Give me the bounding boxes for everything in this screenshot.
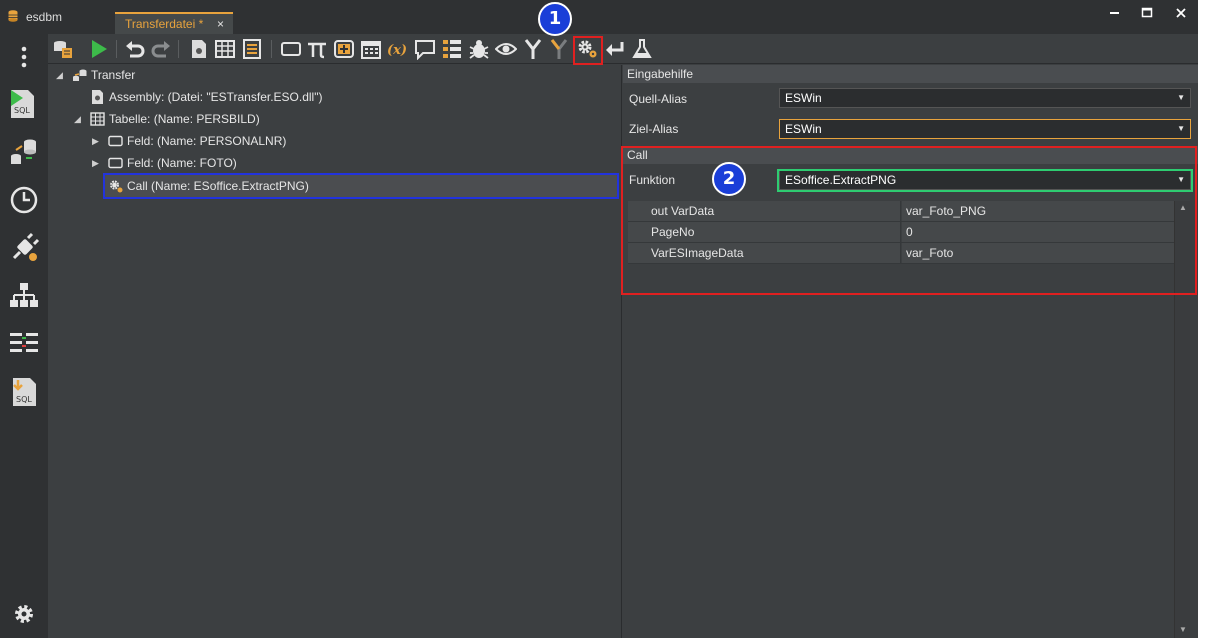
assembly-icon[interactable]: [188, 38, 210, 60]
pi-icon[interactable]: [306, 38, 328, 60]
maximize-icon: [1141, 7, 1153, 18]
sql-run-icon[interactable]: SQL: [8, 88, 40, 120]
history-clock-icon[interactable]: [8, 184, 40, 216]
tree-list-icon[interactable]: [441, 38, 463, 60]
chevron-down-icon: ▼: [1177, 93, 1185, 102]
application-window: esdbm Transferdatei * × SQL SQL (x) ◢ Tr…: [0, 0, 1198, 638]
variable-icon[interactable]: (x): [387, 38, 409, 60]
sql-export-icon[interactable]: SQL: [8, 376, 40, 408]
app-name: esdbm: [26, 10, 63, 24]
collapse-arrow-icon[interactable]: ◢: [56, 65, 63, 85]
add-box-icon[interactable]: [333, 38, 355, 60]
tab-close-icon[interactable]: ×: [217, 17, 224, 31]
merge-disabled-icon[interactable]: [548, 38, 570, 60]
flask-icon[interactable]: [631, 38, 653, 60]
table-icon: [90, 112, 105, 126]
table-icon[interactable]: [214, 38, 236, 60]
scroll-down-icon[interactable]: ▼: [1179, 625, 1187, 634]
expand-arrow-icon[interactable]: ▶: [92, 131, 99, 151]
section-header-eingabehilfe: Eingabehilfe: [623, 65, 1198, 83]
debug-bug-icon[interactable]: [468, 38, 490, 60]
tree-node-label: Feld: (Name: FOTO): [127, 156, 237, 170]
source-alias-label: Quell-Alias: [629, 92, 688, 106]
transfer-tree: ◢ Transfer Assembly: (Datei: "ESTransfer…: [50, 65, 622, 638]
toolbar: (x): [48, 34, 1198, 64]
target-alias-select[interactable]: ESWin ▼: [779, 119, 1191, 139]
plugin-icon[interactable]: [8, 232, 40, 264]
source-alias-select[interactable]: ESWin ▼: [779, 88, 1191, 108]
highlight-call-toolbar-button: [573, 36, 603, 65]
transfer-icon: [73, 69, 87, 81]
tree-node-label: Call (Name: ESoffice.ExtractPNG): [127, 179, 309, 193]
call-gears-icon: [110, 180, 123, 193]
calendar-icon[interactable]: [360, 38, 382, 60]
tree-node-call[interactable]: Call (Name: ESoffice.ExtractPNG): [103, 173, 619, 199]
minimize-button[interactable]: [1104, 6, 1126, 24]
target-alias-value: ESWin: [785, 122, 822, 136]
database-transfer-icon[interactable]: [8, 136, 40, 168]
database-script-icon[interactable]: [52, 38, 74, 60]
tree-node-label: Tabelle: (Name: PERSBILD): [109, 112, 260, 126]
annotation-badge-2: 2: [712, 162, 746, 196]
tree-node-label: Transfer: [91, 68, 136, 82]
mapping-icon[interactable]: [8, 328, 40, 360]
database-logo-icon: [8, 10, 18, 22]
comment-icon[interactable]: [414, 38, 436, 60]
tab-transferdatei[interactable]: Transferdatei * ×: [115, 12, 233, 34]
redo-icon[interactable]: [150, 38, 172, 60]
annotation-badge-1: 1: [538, 2, 572, 36]
tree-node-label: Feld: (Name: PERSONALNR): [127, 134, 287, 148]
settings-gear-icon[interactable]: [8, 598, 40, 630]
tree-node-field-personalnr[interactable]: ▶ Feld: (Name: PERSONALNR): [92, 131, 492, 151]
maximize-button[interactable]: [1136, 6, 1158, 24]
merge-icon[interactable]: [522, 38, 544, 60]
field-icon: [108, 135, 123, 147]
tree-node-table[interactable]: ◢ Tabelle: (Name: PERSBILD): [74, 109, 474, 129]
highlight-function-select: [777, 169, 1193, 192]
undo-icon[interactable]: [124, 38, 146, 60]
target-alias-label: Ziel-Alias: [629, 122, 679, 136]
svg-text:SQL: SQL: [16, 395, 32, 404]
expand-arrow-icon[interactable]: ▶: [92, 153, 99, 173]
rectangle-icon[interactable]: [280, 38, 302, 60]
hierarchy-icon[interactable]: [8, 280, 40, 312]
assembly-icon: [92, 90, 103, 104]
tree-node-assembly[interactable]: Assembly: (Datei: "ESTransfer.ESO.dll"): [74, 87, 474, 107]
activity-sidebar: SQL SQL: [0, 34, 48, 638]
return-icon[interactable]: [604, 38, 626, 60]
watch-eye-icon[interactable]: [495, 38, 517, 60]
minimize-icon: [1110, 12, 1119, 14]
tree-node-field-foto[interactable]: ▶ Feld: (Name: FOTO): [92, 153, 492, 173]
close-icon: [1176, 8, 1186, 18]
close-window-button[interactable]: [1170, 6, 1192, 24]
collapse-arrow-icon[interactable]: ◢: [74, 109, 81, 129]
chevron-down-icon: ▼: [1177, 124, 1185, 133]
source-alias-value: ESWin: [785, 91, 822, 105]
svg-text:SQL: SQL: [14, 106, 30, 115]
more-vertical-icon[interactable]: [8, 42, 40, 74]
title-bar: esdbm Transferdatei * ×: [0, 0, 1198, 34]
field-icon: [108, 157, 123, 169]
tree-node-label: Assembly: (Datei: "ESTransfer.ESO.dll"): [109, 90, 323, 104]
list-icon[interactable]: [241, 38, 263, 60]
tree-node-transfer[interactable]: ◢ Transfer: [56, 65, 356, 85]
tab-label: Transferdatei *: [125, 17, 204, 31]
run-icon[interactable]: [88, 38, 110, 60]
svg-text:(x): (x): [387, 43, 407, 58]
